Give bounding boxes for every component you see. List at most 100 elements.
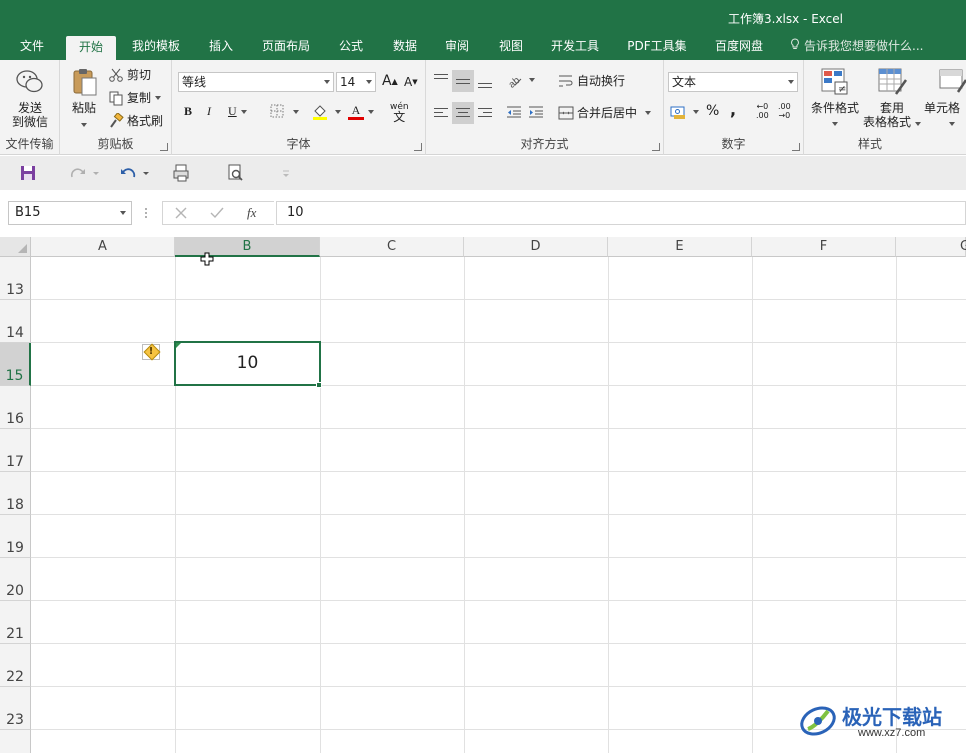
column-header-c[interactable]: C xyxy=(320,237,464,257)
underline-button[interactable]: U xyxy=(228,104,247,119)
currency-icon xyxy=(670,104,686,120)
align-top-button[interactable] xyxy=(432,70,450,90)
increase-indent-button[interactable] xyxy=(528,104,547,120)
paste-label: 粘贴 xyxy=(71,101,96,115)
font-launcher-icon[interactable] xyxy=(414,143,422,151)
bold-button[interactable]: B xyxy=(184,104,192,119)
phonetic-button[interactable]: wén 文 xyxy=(390,102,409,124)
column-header-g[interactable]: G xyxy=(896,237,966,257)
row-header-13[interactable]: 13 xyxy=(0,257,31,300)
decrease-indent-button[interactable] xyxy=(506,104,525,120)
italic-button[interactable]: I xyxy=(207,104,211,119)
row-header-24[interactable] xyxy=(0,730,31,753)
phonetic-char: 文 xyxy=(393,110,406,124)
merge-center-button[interactable]: 合并后居中 xyxy=(558,104,652,121)
clipboard-icon xyxy=(68,66,100,98)
row-header-17[interactable]: 17 xyxy=(0,429,31,472)
cut-button[interactable]: 剪切 xyxy=(108,66,151,83)
send-to-wechat-button[interactable]: 发送 到微信 xyxy=(4,66,56,129)
row-header-16[interactable]: 16 xyxy=(0,386,31,429)
print-preview-icon[interactable] xyxy=(172,163,192,183)
cancel-icon[interactable] xyxy=(175,207,187,222)
enter-check-icon[interactable] xyxy=(210,207,224,222)
column-header-b[interactable]: B xyxy=(175,237,320,257)
orientation-button[interactable]: ab xyxy=(506,72,535,91)
select-all-button[interactable] xyxy=(0,237,31,257)
tab-file[interactable]: 文件 xyxy=(8,34,56,60)
name-box[interactable]: B15 xyxy=(8,201,132,225)
tab-home[interactable]: 开始 xyxy=(66,36,116,60)
align-bottom-button[interactable] xyxy=(476,70,494,90)
font-size-select[interactable]: 14 xyxy=(336,72,376,92)
active-cell-b15[interactable]: 10 xyxy=(174,341,321,386)
customize-toolbar-icon[interactable] xyxy=(280,163,292,183)
align-middle-button[interactable] xyxy=(452,70,474,92)
number-format-select[interactable]: 文本 xyxy=(668,72,798,92)
column-header-a[interactable]: A xyxy=(31,237,175,257)
tab-page-layout[interactable]: 页面布局 xyxy=(252,34,320,60)
row-header-21[interactable]: 21 xyxy=(0,601,31,644)
fill-handle[interactable] xyxy=(316,382,322,388)
error-warning-icon[interactable]: ! xyxy=(142,344,160,360)
row-header-18[interactable]: 18 xyxy=(0,472,31,515)
watermark-logo-icon xyxy=(798,703,838,739)
svg-text:≠: ≠ xyxy=(838,84,846,95)
increase-decimal-button[interactable]: ←0.00 xyxy=(756,102,769,120)
cell-styles-button[interactable]: 单元格 xyxy=(922,66,966,129)
watermark-url: www.xz7.com xyxy=(858,727,926,739)
format-as-table-button[interactable]: 套用 表格格式 xyxy=(862,66,922,129)
paste-button[interactable]: 粘贴 xyxy=(66,66,102,130)
row-header-23[interactable]: 23 xyxy=(0,687,31,730)
borders-button[interactable] xyxy=(270,104,299,120)
insert-function-button[interactable]: fx xyxy=(247,205,256,221)
decrease-decimal-button[interactable]: .00 →0 xyxy=(778,102,791,120)
tab-data[interactable]: 数据 xyxy=(382,34,428,60)
cell-select-cursor-icon xyxy=(200,252,214,266)
redo-icon[interactable] xyxy=(68,163,102,183)
row-header-20[interactable]: 20 xyxy=(0,558,31,601)
align-left-button[interactable] xyxy=(432,102,450,122)
accounting-format-button[interactable] xyxy=(670,104,699,120)
tab-formulas[interactable]: 公式 xyxy=(328,34,374,60)
formula-buttons: fx xyxy=(162,201,274,225)
copy-button[interactable]: 复制 xyxy=(108,89,162,106)
tab-developer[interactable]: 开发工具 xyxy=(540,34,610,60)
row-header-15[interactable]: 15 xyxy=(0,343,31,386)
tab-baidu-netdisk[interactable]: 百度网盘 xyxy=(704,34,774,60)
save-icon[interactable] xyxy=(18,163,38,183)
percent-button[interactable]: % xyxy=(706,103,719,119)
font-name-select[interactable]: 等线 xyxy=(178,72,334,92)
shrink-font-button[interactable]: A ▼ xyxy=(404,75,418,89)
format-painter-label: 格式刷 xyxy=(127,114,164,128)
grow-font-button[interactable]: A ▲ xyxy=(382,73,398,89)
fill-color-button[interactable] xyxy=(312,104,341,120)
tab-view[interactable]: 视图 xyxy=(488,34,534,60)
column-header-e[interactable]: E xyxy=(608,237,752,257)
number-launcher-icon[interactable] xyxy=(792,143,800,151)
row-header-22[interactable]: 22 xyxy=(0,644,31,687)
send-label-2: 到微信 xyxy=(11,115,48,129)
align-center-button[interactable] xyxy=(452,102,474,124)
tab-my-templates[interactable]: 我的模板 xyxy=(122,34,190,60)
row-header-14[interactable]: 14 xyxy=(0,300,31,343)
font-color-button[interactable]: A xyxy=(348,104,374,120)
formula-bar: B15 fx 10 xyxy=(0,195,966,232)
comma-button[interactable]: , xyxy=(730,100,736,119)
print-zoom-icon[interactable] xyxy=(226,163,246,183)
tab-pdf-tools[interactable]: PDF工具集 xyxy=(618,34,696,60)
align-right-button[interactable] xyxy=(476,102,494,122)
formula-input[interactable]: 10 xyxy=(276,201,966,225)
formula-bar-splitter-icon[interactable] xyxy=(144,207,148,219)
undo-icon[interactable] xyxy=(118,163,152,183)
format-painter-button[interactable]: 格式刷 xyxy=(108,111,164,129)
wrap-text-button[interactable]: 自动换行 xyxy=(558,72,625,89)
tell-me-search[interactable]: 告诉我您想要做什么... xyxy=(790,34,923,60)
column-header-d[interactable]: D xyxy=(464,237,608,257)
clipboard-launcher-icon[interactable] xyxy=(160,143,168,151)
row-header-19[interactable]: 19 xyxy=(0,515,31,558)
alignment-launcher-icon[interactable] xyxy=(652,143,660,151)
tab-insert[interactable]: 插入 xyxy=(198,34,244,60)
conditional-formatting-button[interactable]: ≠ 条件格式 xyxy=(806,66,864,129)
tab-review[interactable]: 审阅 xyxy=(434,34,480,60)
column-header-f[interactable]: F xyxy=(752,237,896,257)
